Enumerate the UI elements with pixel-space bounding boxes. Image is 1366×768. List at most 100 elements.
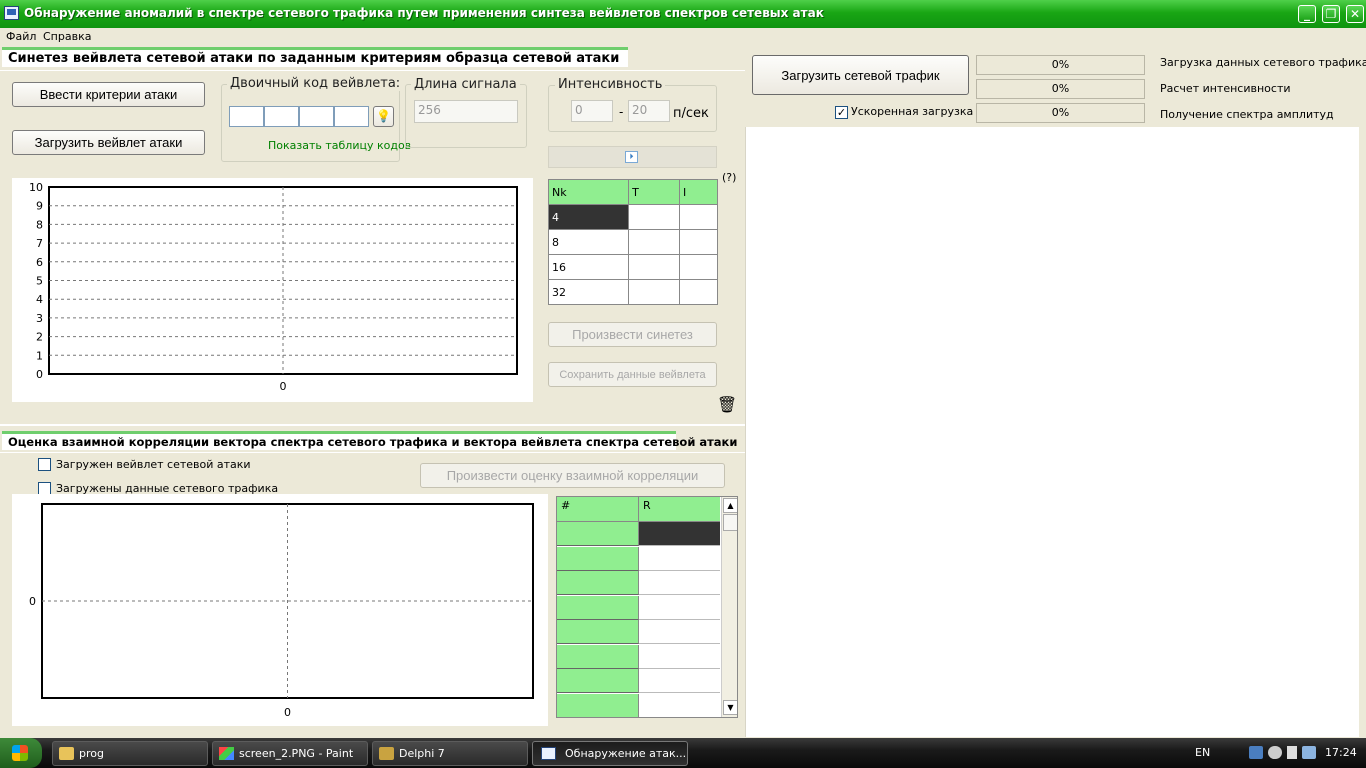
table-cell[interactable] [639,669,720,693]
delphi-icon [379,747,394,760]
table-row-header[interactable] [557,522,639,546]
binary-code-input-4[interactable] [334,106,369,127]
progress-label-spectrum: Получение спектра амплитуд [1160,108,1334,121]
minimize-button[interactable]: _ [1298,5,1316,23]
intensity-from-input[interactable]: 0 [571,100,613,122]
divider [0,70,745,71]
y-tick-label: 9 [36,200,43,213]
y-tick-label: 6 [36,256,43,269]
table-row-header[interactable] [557,571,639,595]
table-row: 32 [547,279,718,305]
y-tick-label: 8 [36,218,43,231]
navigate-icon[interactable]: ⏵ [625,151,638,163]
progress-bar-intensity: 0% [976,79,1145,99]
table-cell[interactable] [639,522,720,546]
load-wavelet-button[interactable]: Загрузить вейвлет атаки [12,130,205,155]
table-cell[interactable] [628,204,680,230]
language-indicator[interactable]: EN [1195,746,1210,759]
signal-length-input[interactable]: 256 [414,100,518,123]
table-cell[interactable] [639,693,720,717]
table-cell[interactable]: 32 [547,279,630,305]
binary-code-input-1[interactable] [229,106,264,127]
scroll-thumb[interactable] [723,514,737,531]
table-cell[interactable] [679,204,718,230]
intensity-legend: Интенсивность [555,77,666,92]
usb-tray-icon[interactable] [1287,746,1297,759]
estimate-correlation-button[interactable]: Произвести оценку взаимной корреляции [420,463,725,488]
windows-logo-icon [12,745,28,761]
network-tray-icon[interactable] [1249,746,1263,759]
table-row-header[interactable] [557,693,639,717]
table-row-header[interactable] [557,546,639,571]
divider [0,452,745,453]
binary-code-input-3[interactable] [299,106,334,127]
trash-icon[interactable]: 🗑 [716,394,738,416]
wavelet-loaded-label: Загружен вейвлет сетевой атаки [56,458,251,471]
table-cell[interactable] [639,595,720,620]
x-tick-label: 0 [284,706,291,719]
save-wavelet-button[interactable]: Сохранить данные вейвлета [548,362,717,387]
menu-file[interactable]: Файл [6,30,36,43]
clock: 17:24 [1325,746,1357,759]
table-cell[interactable] [639,546,720,571]
show-codes-table-link[interactable]: Показать таблицу кодов [268,139,411,152]
wavelet-loaded-checkbox[interactable] [38,458,51,471]
y-tick-label: 4 [36,293,43,306]
x-tick-label: 0 [280,380,287,393]
correlation-chart: 00 [12,494,548,726]
table-row-header[interactable] [557,669,639,693]
y-tick-label: 7 [36,237,43,250]
table-cell[interactable] [639,620,720,644]
correlation-table[interactable]: # R ▲ ▼ [556,496,738,718]
intensity-separator: - [619,105,624,119]
table-cell[interactable]: 4 [547,204,630,230]
traffic-chart-area [745,127,1359,737]
app-icon[interactable] [4,6,19,20]
divider [0,424,745,426]
intensity-to-input[interactable]: 20 [628,100,670,122]
synthesize-button[interactable]: Произвести синетез [548,322,717,347]
enter-criteria-button[interactable]: Ввести критерии атаки [12,82,205,107]
scroll-up-icon[interactable]: ▲ [723,498,737,513]
table-cell[interactable] [628,279,680,305]
correlation-group-title: Оценка взаимной корреляции вектора спект… [2,431,737,450]
table-cell[interactable] [628,229,680,255]
restore-button[interactable]: ❐ [1322,5,1340,23]
lightbulb-icon[interactable]: 💡 [373,106,394,127]
y-tick-label: 5 [36,275,43,288]
binary-code-input-2[interactable] [264,106,299,127]
criteria-table[interactable]: Nk T I 4 8 16 32 [547,179,718,305]
table-cell[interactable] [679,279,718,305]
progress-bar-spectrum: 0% [976,103,1145,123]
table-row-header[interactable] [557,620,639,644]
table-cell[interactable] [639,644,720,669]
table-row-header[interactable] [557,644,639,669]
menu-help[interactable]: Справка [43,30,91,43]
table-cell[interactable] [628,254,680,280]
app-icon [541,747,556,760]
help-link[interactable]: (?) [722,171,736,184]
paint-icon [219,747,234,760]
taskbar-item-delphi[interactable]: Delphi 7 [372,741,528,766]
taskbar-item-paint[interactable]: screen_2.PNG - Paint [212,741,368,766]
vertical-scrollbar[interactable]: ▲ ▼ [721,497,737,717]
load-traffic-button[interactable]: Загрузить сетевой трафик [752,55,969,95]
table-cell[interactable]: 8 [547,229,630,255]
title-bar[interactable]: Обнаружение аномалий в спектре сетевого … [0,0,1366,28]
fast-load-checkbox[interactable]: ✓ [835,106,848,119]
taskbar-item-prog[interactable]: prog [52,741,208,766]
y-tick-label: 10 [29,181,43,194]
start-button[interactable] [0,738,42,768]
table-cell[interactable] [639,571,720,595]
table-cell[interactable] [679,254,718,280]
taskbar-item-label: Обнаружение атак... [565,747,687,760]
table-cell[interactable]: 16 [547,254,630,280]
volume-tray-icon[interactable] [1268,746,1282,759]
taskbar-item-app[interactable]: Обнаружение атак... [532,741,688,766]
y-tick-label: 0 [36,368,43,381]
scroll-down-icon[interactable]: ▼ [723,700,737,715]
security-tray-icon[interactable] [1302,746,1316,759]
table-cell[interactable] [679,229,718,255]
close-button[interactable]: ✕ [1346,5,1364,23]
table-row-header[interactable] [557,595,639,620]
